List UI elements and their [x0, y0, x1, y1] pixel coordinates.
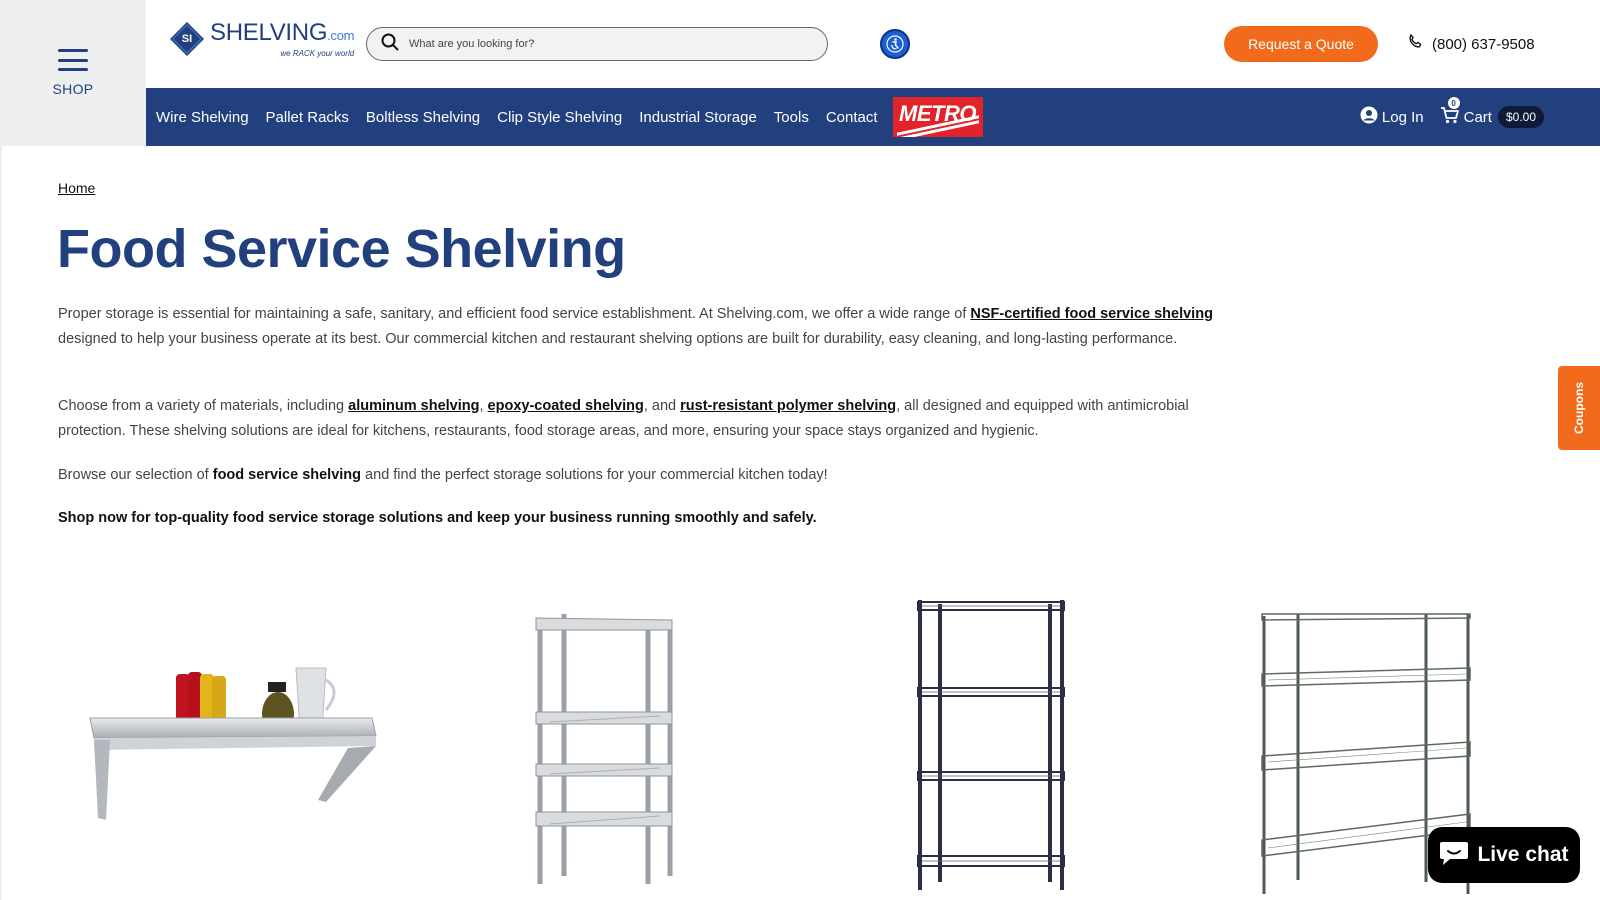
chat-bubble-icon	[1439, 840, 1469, 871]
cart-count-badge: 0	[1447, 97, 1460, 109]
intro-paragraph: Proper storage is essential for maintain…	[58, 302, 1238, 351]
user-icon	[1360, 106, 1378, 128]
p2-text-before: Choose from a variety of materials, incl…	[58, 398, 349, 414]
phone-icon	[1406, 33, 1424, 55]
p3-bold-text: food service shelving	[212, 467, 362, 483]
cart-total: $0.00	[1497, 106, 1544, 128]
phone-number: (800) 637-9508	[1432, 35, 1535, 53]
black-wire-shelving-unit-image[interactable]	[914, 600, 1074, 900]
browse-paragraph: Browse our selection of food service she…	[58, 463, 1238, 488]
nav-item-wire-shelving[interactable]: Wire Shelving	[156, 109, 249, 126]
live-chat-button[interactable]: Live chat	[1428, 827, 1580, 883]
breadcrumb-home[interactable]: Home	[58, 180, 95, 196]
header: SI SHELVING.com we RACK your world Reque…	[146, 0, 1600, 88]
polymer-shelving-link[interactable]: rust-resistant polymer shelving	[680, 398, 896, 414]
nav-item-clip-style-shelving[interactable]: Clip Style Shelving	[497, 109, 622, 126]
aluminum-shelving-link[interactable]: aluminum shelving	[348, 398, 479, 414]
wall-shelf-image[interactable]	[86, 660, 386, 840]
nav-item-industrial-storage[interactable]: Industrial Storage	[639, 109, 757, 126]
p2-sep2: , and	[643, 398, 681, 414]
logo-tagline: we RACK your world	[280, 48, 355, 58]
login-link[interactable]: Log In	[1360, 106, 1424, 128]
epoxy-coated-shelving-link[interactable]: epoxy-coated shelving	[488, 398, 644, 414]
shop-label: SHOP	[52, 81, 94, 97]
request-quote-button[interactable]: Request a Quote	[1224, 26, 1378, 62]
p3-text-after: and find the perfect storage solutions f…	[361, 467, 828, 483]
coupons-label: Coupons	[1572, 382, 1586, 434]
p1-text-after: designed to help your business operate a…	[58, 330, 1178, 347]
nav-item-pallet-racks[interactable]: Pallet Racks	[266, 109, 349, 126]
shop-menu-button[interactable]: SHOP	[0, 0, 146, 146]
search-icon[interactable]	[381, 33, 399, 56]
nav-item-contact[interactable]: Contact	[826, 109, 878, 126]
phone-link[interactable]: (800) 637-9508	[1406, 33, 1535, 55]
logo-mark-text: SI	[181, 33, 193, 45]
materials-paragraph: Choose from a variety of materials, incl…	[58, 394, 1238, 443]
p2-sep1: ,	[479, 398, 488, 414]
hamburger-icon	[58, 49, 88, 71]
site-logo[interactable]: SI SHELVING.com we RACK your world	[168, 20, 354, 58]
cart-label: Cart	[1463, 108, 1492, 126]
p1-text-before: Proper storage is essential for maintain…	[58, 306, 971, 322]
nsf-food-service-link[interactable]: NSF-certified food service shelving	[970, 306, 1213, 322]
live-chat-label: Live chat	[1477, 843, 1569, 866]
logo-domain: .com	[327, 27, 355, 43]
cart-link[interactable]: 0 Cart $0.00	[1440, 97, 1544, 129]
cart-icon	[1440, 105, 1460, 129]
left-divider	[0, 146, 2, 900]
page-title: Food Service Shelving	[57, 219, 626, 279]
logo-diamond-icon: SI	[168, 20, 206, 58]
search-bar	[366, 27, 828, 61]
accessibility-icon[interactable]	[880, 29, 910, 59]
metro-logo-text: METRO	[899, 101, 976, 126]
p3-text-before: Browse our selection of	[58, 467, 213, 483]
cta-paragraph: Shop now for top-quality food service st…	[58, 510, 817, 526]
nav-item-boltless-shelving[interactable]: Boltless Shelving	[366, 109, 480, 126]
coupons-tab[interactable]: Coupons	[1558, 366, 1600, 450]
search-input[interactable]	[409, 38, 809, 50]
main-nav: Wire Shelving Pallet Racks Boltless Shel…	[146, 88, 1600, 146]
metro-brand-logo[interactable]: METRO	[892, 97, 983, 137]
logo-name: SHELVING	[210, 18, 328, 46]
login-label: Log In	[1381, 108, 1424, 126]
aluminum-shelving-unit-image[interactable]	[530, 612, 690, 892]
nav-item-tools[interactable]: Tools	[774, 109, 809, 126]
